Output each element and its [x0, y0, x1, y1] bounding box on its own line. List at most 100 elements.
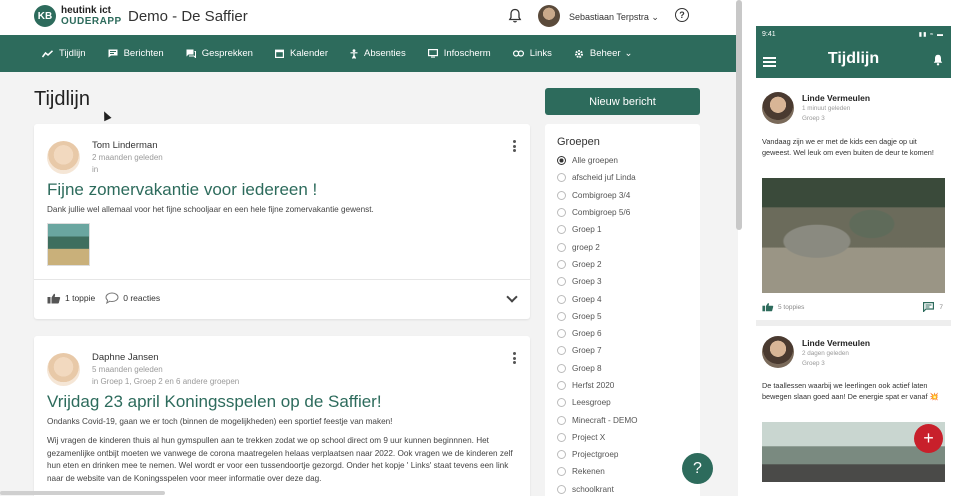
- status-time: 9:41: [762, 31, 776, 38]
- group-option[interactable]: afscheid juf Linda: [557, 169, 700, 186]
- help-button[interactable]: ?: [675, 8, 689, 22]
- radio-button[interactable]: [557, 346, 566, 356]
- group-option-label: Minecraft - DEMO: [572, 415, 638, 425]
- group-option[interactable]: groep 2: [557, 238, 700, 255]
- group-option-label: Groep 5: [572, 311, 602, 321]
- nav-gesprekken[interactable]: Gesprekken: [186, 48, 253, 59]
- radio-button[interactable]: [557, 294, 566, 304]
- post-author[interactable]: Daphne Jansen: [92, 352, 159, 363]
- nav-infoscherm[interactable]: Infoscherm: [427, 48, 491, 59]
- radio-button[interactable]: [557, 190, 566, 200]
- groups-filter: Groepen Alle groepen afscheid juf Linda Co…: [545, 124, 700, 496]
- radio-button[interactable]: [557, 225, 566, 235]
- radio-button[interactable]: [557, 173, 566, 183]
- group-option[interactable]: schoolkrant: [557, 481, 700, 496]
- user-menu[interactable]: Sebastiaan Terpstra ⌄: [569, 12, 659, 23]
- chevron-down-icon[interactable]: [506, 291, 518, 303]
- post-photo[interactable]: [762, 178, 945, 293]
- radio-button[interactable]: [557, 450, 566, 460]
- comments-button[interactable]: 7: [923, 302, 943, 312]
- group-option[interactable]: Leesgroep: [557, 394, 700, 411]
- radio-button[interactable]: [557, 415, 566, 425]
- post-author[interactable]: Linde Vermeulen: [802, 338, 870, 348]
- author-avatar[interactable]: [47, 353, 80, 386]
- add-post-button[interactable]: +: [914, 424, 943, 453]
- group-option[interactable]: Project X: [557, 429, 700, 446]
- group-option-label: groep 2: [572, 242, 600, 252]
- vertical-scrollbar[interactable]: [736, 0, 742, 230]
- group-option-label: Project X: [572, 432, 606, 442]
- groups-title: Groepen: [557, 136, 600, 148]
- group-option-label: Rekenen: [572, 467, 605, 477]
- radio-button[interactable]: [557, 432, 566, 442]
- radio-button[interactable]: [557, 242, 566, 252]
- radio-button[interactable]: [557, 208, 566, 218]
- comments-button[interactable]: 0 reacties: [105, 292, 160, 304]
- group-option[interactable]: Herfst 2020: [557, 377, 700, 394]
- radio-button[interactable]: [557, 277, 566, 287]
- group-option[interactable]: Groep 1: [557, 221, 700, 238]
- group-option[interactable]: Groep 7: [557, 342, 700, 359]
- like-button[interactable]: 5 toppies: [762, 302, 804, 312]
- post-title[interactable]: Fijne zomervakantie voor iedereen !: [47, 180, 317, 200]
- group-option[interactable]: Minecraft - DEMO: [557, 411, 700, 428]
- group-option[interactable]: Groep 2: [557, 256, 700, 273]
- mobile-post: Linde Vermeulen 2 dagen geleden Groep 3 …: [756, 326, 951, 496]
- more-options-icon[interactable]: [513, 352, 516, 366]
- radio-button[interactable]: [557, 311, 566, 321]
- bell-icon[interactable]: [508, 8, 522, 24]
- chevron-down-icon: ⌄: [624, 48, 633, 59]
- group-option[interactable]: Projectgroep: [557, 446, 700, 463]
- radio-button[interactable]: [557, 156, 566, 166]
- post-author[interactable]: Linde Vermeulen: [802, 93, 870, 103]
- group-option[interactable]: Groep 4: [557, 290, 700, 307]
- post-author[interactable]: Tom Linderman: [92, 140, 157, 151]
- group-option[interactable]: Combigroep 5/6: [557, 204, 700, 221]
- help-button[interactable]: ?: [682, 453, 713, 484]
- timeline-icon: [42, 49, 53, 57]
- nav-absenties[interactable]: Absenties: [350, 48, 406, 59]
- author-avatar[interactable]: [47, 141, 80, 174]
- desktop-app: KB heutink ict OUDERAPP Demo - De Saffie…: [0, 0, 738, 496]
- horizontal-scrollbar[interactable]: [0, 491, 165, 495]
- nav-beheer[interactable]: Beheer ⌄: [574, 48, 633, 59]
- group-option-label: Herfst 2020: [572, 381, 615, 390]
- user-avatar[interactable]: [538, 5, 560, 27]
- nav-links[interactable]: Links: [512, 48, 552, 59]
- radio-button[interactable]: [557, 329, 566, 339]
- group-option-label: Groep 3: [572, 277, 602, 287]
- group-option[interactable]: Groep 5: [557, 308, 700, 325]
- group-option[interactable]: Combigroep 3/4: [557, 187, 700, 204]
- nav-berichten[interactable]: Berichten: [108, 48, 164, 59]
- group-option[interactable]: Groep 8: [557, 360, 700, 377]
- post-title[interactable]: Vrijdag 23 april Koningsspelen op de Saf…: [47, 392, 382, 412]
- app-logo[interactable]: KB heutink ict OUDERAPP: [34, 5, 122, 27]
- timeline-post: Daphne Jansen 5 maanden geleden in Groep…: [34, 336, 530, 496]
- top-bar: KB heutink ict OUDERAPP Demo - De Saffie…: [0, 0, 738, 35]
- like-button[interactable]: 1 toppie: [47, 293, 95, 304]
- group-option[interactable]: Rekenen: [557, 463, 700, 480]
- author-avatar[interactable]: [762, 336, 794, 368]
- bell-icon[interactable]: [933, 54, 943, 66]
- radio-button[interactable]: [557, 467, 566, 477]
- more-options-icon[interactable]: [513, 140, 516, 154]
- radio-button[interactable]: [557, 259, 566, 269]
- comment-icon: [105, 292, 119, 304]
- chevron-down-icon: ⌄: [651, 12, 659, 22]
- group-option[interactable]: Groep 3: [557, 273, 700, 290]
- radio-button[interactable]: [557, 363, 566, 373]
- post-image[interactable]: [47, 223, 90, 266]
- new-post-button[interactable]: Nieuw bericht: [545, 88, 700, 115]
- thumbs-up-icon: [47, 293, 61, 303]
- person-icon: [350, 48, 358, 59]
- group-option[interactable]: Groep 6: [557, 325, 700, 342]
- group-option[interactable]: Alle groepen: [557, 152, 700, 169]
- nav-tijdlijn[interactable]: Tijdlijn: [42, 48, 86, 59]
- group-option-label: Groep 1: [572, 225, 602, 235]
- radio-button[interactable]: [557, 484, 566, 494]
- radio-button[interactable]: [557, 398, 566, 408]
- radio-button[interactable]: [557, 381, 566, 390]
- group-option-label: Groep 6: [572, 329, 602, 339]
- nav-kalender[interactable]: Kalender: [274, 48, 328, 59]
- author-avatar[interactable]: [762, 92, 794, 124]
